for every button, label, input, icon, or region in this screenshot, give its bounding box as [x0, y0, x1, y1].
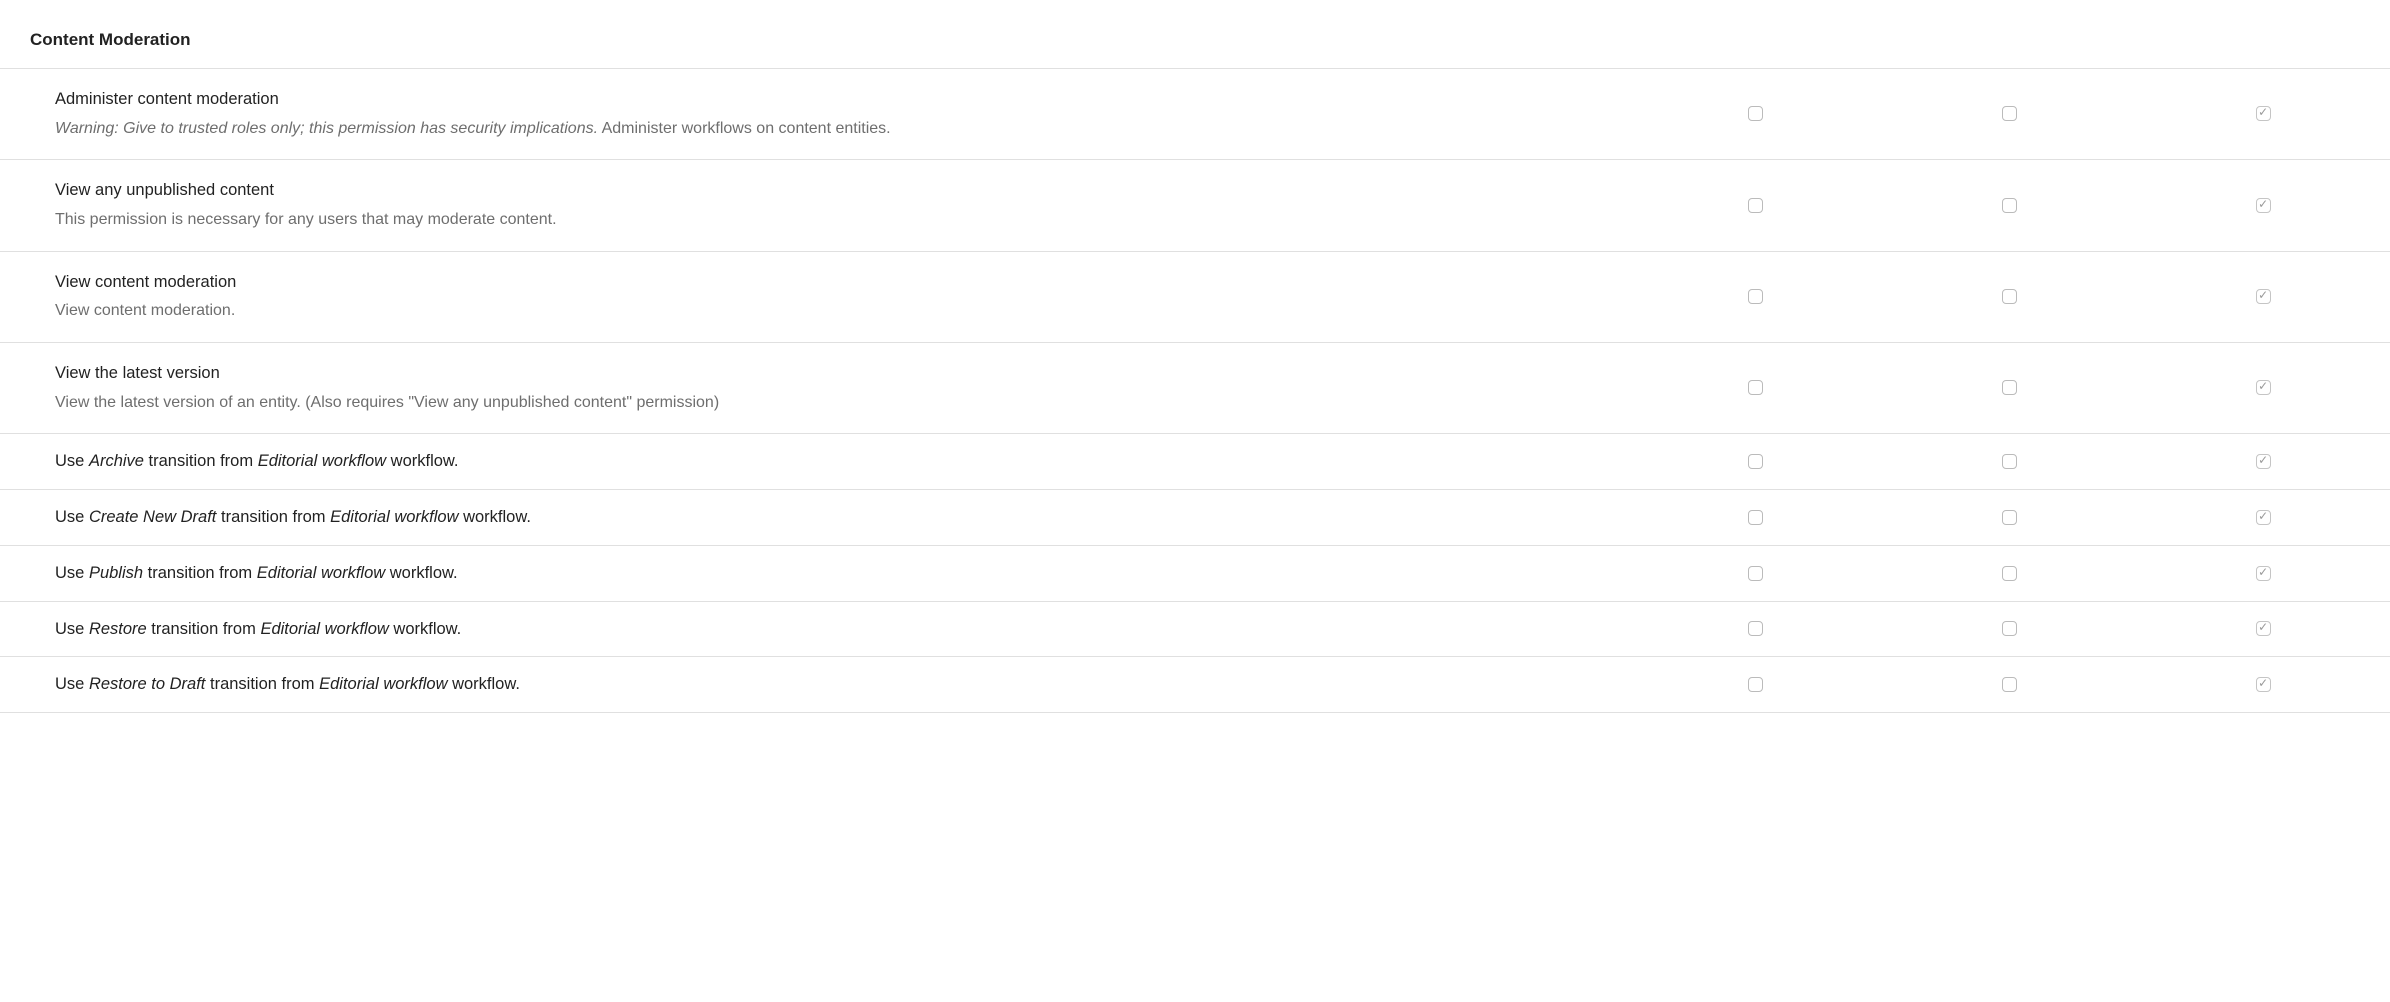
permission-checkbox-role-1[interactable] [2002, 677, 2017, 692]
permission-checkbox-role-0[interactable] [1748, 677, 1763, 692]
permission-checkbox-cell [1628, 69, 1882, 160]
permission-label-cell: View any unpublished content This permiss… [0, 160, 1628, 251]
permission-checkbox-role-1[interactable] [2002, 566, 2017, 581]
permission-checkbox-role-0[interactable] [1748, 198, 1763, 213]
permission-checkbox-cell [1628, 251, 1882, 342]
permission-checkbox-cell [1882, 343, 2136, 434]
permission-description: This permission is necessary for any use… [55, 207, 1618, 233]
permission-checkbox-role-2 [2256, 621, 2271, 636]
permission-label-cell: Use Restore to Draft transition from Edi… [0, 657, 1628, 713]
permission-checkbox-cell [2136, 343, 2390, 434]
permission-checkbox-role-1[interactable] [2002, 289, 2017, 304]
permission-checkbox-cell [1882, 434, 2136, 490]
permission-row: View the latest version View the latest v… [0, 343, 2390, 434]
permission-checkbox-cell [1628, 601, 1882, 657]
permission-checkbox-role-1[interactable] [2002, 454, 2017, 469]
permission-checkbox-cell [2136, 490, 2390, 546]
permission-checkbox-role-0[interactable] [1748, 510, 1763, 525]
permission-row: Use Restore to Draft transition from Edi… [0, 657, 2390, 713]
permission-checkbox-cell [2136, 251, 2390, 342]
permission-checkbox-cell [1628, 160, 1882, 251]
permission-checkbox-cell [1882, 490, 2136, 546]
permission-title: View the latest version [55, 361, 1618, 386]
permission-checkbox-cell [1628, 343, 1882, 434]
permission-description: Warning: Give to trusted roles only; thi… [55, 116, 1618, 142]
permission-checkbox-cell [1628, 434, 1882, 490]
permission-label-cell: Administer content moderation Warning: Gi… [0, 69, 1628, 160]
permission-row: Administer content moderation Warning: Gi… [0, 69, 2390, 160]
permission-label-cell: Use Publish transition from Editorial wo… [0, 545, 1628, 601]
permission-checkbox-role-2 [2256, 677, 2271, 692]
permission-description: View content moderation. [55, 298, 1618, 324]
permission-row: Use Restore transition from Editorial wo… [0, 601, 2390, 657]
permission-label-cell: View the latest version View the latest v… [0, 343, 1628, 434]
section-title: Content Moderation [0, 20, 2390, 69]
permission-checkbox-role-1[interactable] [2002, 106, 2017, 121]
permission-title: Use Archive transition from Editorial wo… [55, 449, 1618, 474]
permission-checkbox-role-2 [2256, 510, 2271, 525]
permission-row: Use Create New Draft transition from Edi… [0, 490, 2390, 546]
permission-checkbox-role-2 [2256, 380, 2271, 395]
permission-row: View any unpublished content This permiss… [0, 160, 2390, 251]
permissions-table: Content Moderation Administer content mo… [0, 20, 2390, 713]
permission-checkbox-cell [1628, 657, 1882, 713]
permission-checkbox-role-2 [2256, 106, 2271, 121]
permission-checkbox-cell [2136, 657, 2390, 713]
permission-checkbox-role-0[interactable] [1748, 380, 1763, 395]
permission-row: Use Archive transition from Editorial wo… [0, 434, 2390, 490]
permission-title: Use Publish transition from Editorial wo… [55, 561, 1618, 586]
permission-checkbox-cell [2136, 69, 2390, 160]
permission-checkbox-cell [2136, 160, 2390, 251]
permission-label-cell: Use Archive transition from Editorial wo… [0, 434, 1628, 490]
permission-row: Use Publish transition from Editorial wo… [0, 545, 2390, 601]
permission-checkbox-role-0[interactable] [1748, 621, 1763, 636]
permission-checkbox-cell [1882, 545, 2136, 601]
permission-checkbox-role-1[interactable] [2002, 510, 2017, 525]
permission-description: View the latest version of an entity. (A… [55, 390, 1618, 416]
permission-checkbox-cell [1628, 490, 1882, 546]
permission-checkbox-role-1[interactable] [2002, 621, 2017, 636]
permission-label-cell: Use Restore transition from Editorial wo… [0, 601, 1628, 657]
permission-checkbox-cell [1882, 601, 2136, 657]
permission-checkbox-cell [1882, 657, 2136, 713]
permission-checkbox-role-1[interactable] [2002, 198, 2017, 213]
permission-checkbox-role-2 [2256, 198, 2271, 213]
permission-checkbox-cell [2136, 434, 2390, 490]
permission-checkbox-role-2 [2256, 566, 2271, 581]
permission-checkbox-cell [2136, 601, 2390, 657]
permission-checkbox-role-2 [2256, 289, 2271, 304]
permission-label-cell: View content moderation View content mode… [0, 251, 1628, 342]
permission-title: Use Create New Draft transition from Edi… [55, 505, 1618, 530]
permission-title: View any unpublished content [55, 178, 1618, 203]
permission-title: Administer content moderation [55, 87, 1618, 112]
permission-checkbox-cell [1882, 69, 2136, 160]
permission-checkbox-role-1[interactable] [2002, 380, 2017, 395]
permission-checkbox-role-0[interactable] [1748, 106, 1763, 121]
permission-checkbox-cell [1628, 545, 1882, 601]
permission-row: View content moderation View content mode… [0, 251, 2390, 342]
section-header-row: Content Moderation [0, 20, 2390, 69]
permission-checkbox-cell [1882, 160, 2136, 251]
permission-checkbox-role-0[interactable] [1748, 289, 1763, 304]
permission-label-cell: Use Create New Draft transition from Edi… [0, 490, 1628, 546]
permission-checkbox-role-0[interactable] [1748, 454, 1763, 469]
permission-checkbox-cell [2136, 545, 2390, 601]
permission-title: Use Restore transition from Editorial wo… [55, 617, 1618, 642]
permission-checkbox-role-2 [2256, 454, 2271, 469]
permission-checkbox-role-0[interactable] [1748, 566, 1763, 581]
permission-title: Use Restore to Draft transition from Edi… [55, 672, 1618, 697]
permission-title: View content moderation [55, 270, 1618, 295]
permission-checkbox-cell [1882, 251, 2136, 342]
